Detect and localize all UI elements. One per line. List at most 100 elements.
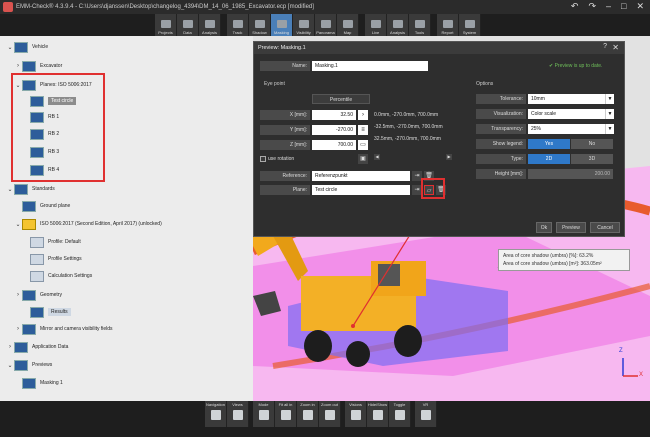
tree-item[interactable]: Profile Settings	[22, 252, 82, 266]
y-field[interactable]: -270.00	[312, 125, 356, 135]
zoom-in-icon	[302, 410, 313, 420]
tree-item[interactable]: › Excavator	[14, 59, 62, 73]
cancel-button[interactable]: Cancel	[590, 222, 620, 233]
ok-button[interactable]: Ok	[536, 222, 552, 233]
tree-item[interactable]: › Application Data	[6, 340, 68, 354]
list-icon[interactable]: ≡	[358, 125, 368, 135]
tree-item[interactable]: › Geometry	[14, 288, 62, 302]
tree-node-icon	[30, 253, 44, 265]
ribbon-map-button[interactable]: Map	[337, 14, 359, 36]
ribbon-report-button[interactable]: Report	[437, 14, 459, 36]
nav-zoom-inbutton[interactable]: Zoom in	[297, 401, 319, 427]
tree-item[interactable]: ⌄ Previews	[6, 358, 52, 372]
ribbon-projects-button[interactable]: Projects	[155, 14, 177, 36]
nav-hide-showbutton[interactable]: Hide/Show	[367, 401, 389, 427]
height-field[interactable]: 200.00	[528, 169, 613, 179]
undo-icon[interactable]: ↶	[571, 1, 579, 12]
tree-item[interactable]: Calculation Settings	[22, 269, 92, 283]
z-field[interactable]: 700.00	[312, 140, 356, 150]
type-2d-toggle[interactable]: 2D	[528, 154, 570, 164]
legend-no-toggle[interactable]: No	[571, 139, 613, 149]
name-label: Name:	[260, 61, 310, 71]
save-icon[interactable]: ▣	[358, 154, 368, 164]
maximize-icon[interactable]: □	[621, 1, 626, 12]
transparency-label: Transparency:	[476, 124, 526, 134]
tree-item[interactable]: ⌄ ISO 5006:2017 (Second Edition, April 20…	[14, 217, 162, 231]
scroll-left-icon[interactable]: ◀	[374, 154, 380, 160]
tree-item[interactable]: Masking 1	[14, 376, 63, 390]
ribbon-track-button[interactable]: Track	[227, 14, 249, 36]
visibility-icon	[298, 20, 309, 28]
nav-modebutton[interactable]: Mode	[253, 401, 275, 427]
transparency-select[interactable]: 25%	[528, 124, 605, 134]
reference-field[interactable]: Referenzpunkt	[312, 171, 410, 181]
chevron-right-icon[interactable]: ›	[14, 292, 22, 298]
redo-icon[interactable]: ↷	[588, 1, 596, 12]
nav-visionsbutton[interactable]: Visions	[345, 401, 367, 427]
ribbon-live-button[interactable]: Live	[365, 14, 387, 36]
scroll-right-icon[interactable]: ▶	[446, 154, 452, 160]
nav-togglebutton[interactable]: Toggle	[389, 401, 411, 427]
nav-vrbutton[interactable]: VR	[415, 401, 437, 427]
tree-item[interactable]: › Mirror and camera visibility fields	[14, 322, 113, 336]
chevron-down-icon[interactable]: ▼	[605, 94, 614, 104]
x-field[interactable]: 32.50	[312, 110, 356, 120]
plane-field[interactable]: Test circle	[312, 185, 410, 195]
tree-item[interactable]: Ground plane	[14, 199, 70, 213]
percentile-row-1[interactable]: 0.0mm, -270.0mm, 700.0mm	[374, 112, 438, 118]
ribbon-data-button[interactable]: Data	[177, 14, 199, 36]
chevron-down-icon[interactable]: ⌄	[6, 186, 14, 193]
chevron-down-icon[interactable]: ⌄	[14, 221, 22, 228]
minimize-icon[interactable]: –	[606, 1, 611, 12]
tree-item-label: Vehicle	[32, 44, 49, 50]
tree-node-icon	[14, 359, 28, 371]
percentile-header[interactable]: Percentile	[312, 94, 370, 104]
chevron-down-icon[interactable]: ⌄	[6, 362, 14, 369]
tree-node-icon	[30, 236, 44, 248]
ribbon-masking-button[interactable]: Masking	[271, 14, 293, 36]
close-icon[interactable]: ✕	[636, 1, 644, 12]
ribbon-analysis-button[interactable]: Analysis	[199, 14, 221, 36]
percentile-row-2[interactable]: -32.5mm, -270.0mm, 700.0mm	[374, 124, 443, 130]
chevron-right-icon[interactable]: ›	[14, 326, 22, 332]
ribbon-visibility-button[interactable]: Visibility	[293, 14, 315, 36]
chevron-right-icon[interactable]: ›	[358, 110, 368, 120]
chevron-right-icon[interactable]: ›	[6, 344, 14, 350]
ribbon-analysis-button[interactable]: Analysis	[387, 14, 409, 36]
nav-viewsbutton[interactable]: Views	[227, 401, 249, 427]
chevron-down-icon[interactable]: ▼	[605, 109, 614, 119]
tree-item[interactable]: Profile: Default	[22, 235, 81, 249]
visualization-select[interactable]: Color scale	[528, 109, 605, 119]
percentile-row-3[interactable]: 32.5mm, -270.0mm, 700.0mm	[374, 136, 441, 142]
tolerance-select[interactable]: 10mm	[528, 94, 605, 104]
chevron-right-icon[interactable]: ›	[14, 63, 22, 69]
ribbon-panorama-button[interactable]: Panorama	[315, 14, 337, 36]
tree-item[interactable]: ⌄ Vehicle	[6, 40, 48, 54]
legend-yes-toggle[interactable]: Yes	[528, 139, 570, 149]
chevron-down-icon[interactable]: ⌄	[6, 44, 14, 51]
ribbon-tools-button[interactable]: Tools	[409, 14, 431, 36]
nav-zoom-outbutton[interactable]: Zoom out	[319, 401, 341, 427]
dialog-title: Preview: Masking.1	[258, 45, 306, 51]
help-icon[interactable]: ?	[603, 43, 607, 50]
chevron-down-icon[interactable]: ▼	[605, 124, 614, 134]
reference-label: Reference:	[260, 171, 310, 181]
tree-node-icon	[22, 200, 36, 212]
nav-label: Visions	[349, 402, 362, 407]
nav-label: Zoom in	[300, 402, 315, 407]
tree-item[interactable]: Results	[22, 305, 71, 319]
preview-button[interactable]: Preview	[556, 222, 586, 233]
tree-item[interactable]: ⌄ Standards	[6, 182, 55, 196]
title-bar: EMM-Check® 4.3.9.4 - C:\Users\djanssen\D…	[0, 0, 650, 14]
preview-dialog: Preview: Masking.1 ? ✕ Name: Masking.1 ✔…	[253, 41, 625, 237]
grid-icon	[210, 410, 221, 420]
ribbon-shadow-button[interactable]: Shadow	[249, 14, 271, 36]
folder-icon[interactable]: ▭	[358, 140, 368, 150]
type-3d-toggle[interactable]: 3D	[571, 154, 613, 164]
name-field[interactable]: Masking.1	[312, 61, 428, 71]
close-icon[interactable]: ✕	[612, 43, 619, 52]
nav-navigationbutton[interactable]: Navigation	[205, 401, 227, 427]
ribbon-system-button[interactable]: System	[459, 14, 481, 36]
nav-fit-all-inbutton[interactable]: Fit all in	[275, 401, 297, 427]
use-rotation-checkbox[interactable]	[260, 156, 266, 162]
